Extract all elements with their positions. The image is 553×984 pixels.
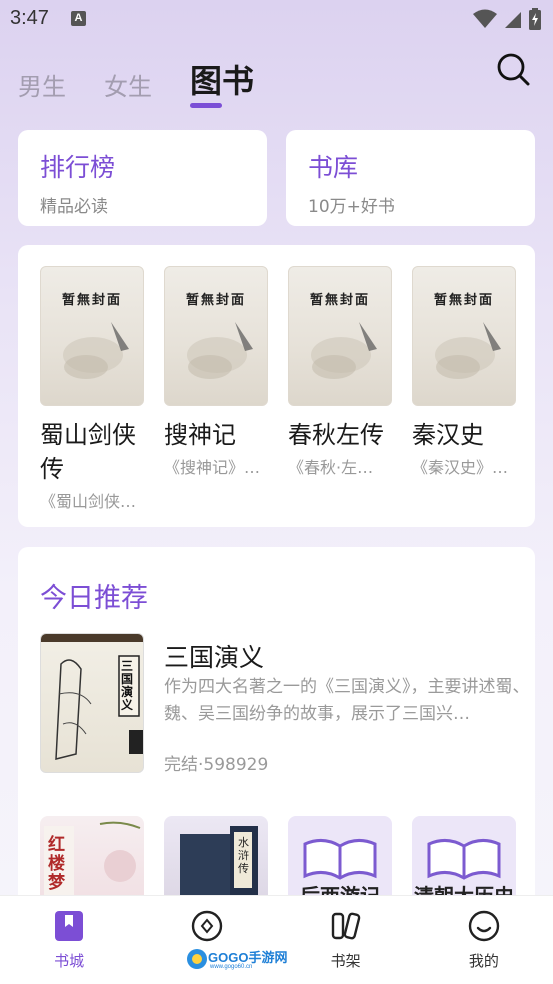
book-desc: 《搜神记》… [164,458,261,477]
library-card[interactable]: 书库 10万+好书 [286,130,535,226]
tab-books[interactable]: 图书 [190,56,255,108]
bookmark-icon [55,911,84,941]
mini-book-item[interactable]: 后西游记 [288,816,392,906]
nav-profile[interactable]: 我的 [415,896,553,984]
mini-book-item[interactable]: 红楼梦 [40,816,144,906]
watermark-logo: GOGO手游网 www.gogo60.cn [186,946,292,974]
recommend-more-list: 红楼梦 水浒传 后西游记 清朝大历史 [40,816,516,906]
status-time: 3:47 [10,7,49,29]
search-button[interactable] [496,52,530,86]
book-cover: 暂無封面 [164,266,268,406]
nav-bookstore-label: 书城 [54,952,85,970]
recommend-book-meta: 完结·598929 [164,755,269,775]
nav-bookstore[interactable]: 书城 [0,896,138,984]
library-title: 书库 [308,153,359,182]
bookshelf-icon [331,912,360,940]
lotus-painting [435,322,501,379]
library-subtitle: 10万+好书 [308,197,395,217]
featured-books-list: 暂無封面 蜀山剑侠传 《蜀山剑侠… 暂無封面 搜神记 《搜神记》… 暂無封面 春… [40,266,516,512]
ranking-title: 排行榜 [40,153,116,182]
status-icons [473,8,541,30]
book-cover: 暂無封面 [288,266,392,406]
book-title: 春秋左传 [288,421,384,449]
tab-active-indicator [190,103,222,108]
book-desc: 《春秋·左… [288,458,374,477]
book-desc: 《秦汉史》… [412,458,509,477]
mini-book-item[interactable]: 清朝大历史 [412,816,516,906]
nav-bookshelf[interactable]: 书架 [277,896,415,984]
ranking-card[interactable]: 排行榜 精品必读 [18,130,267,226]
nav-bookshelf-label: 书架 [330,952,361,970]
nav-profile-label: 我的 [468,952,499,970]
book-cover: 暂無封面 [40,266,144,406]
ranking-subtitle: 精品必读 [40,197,108,217]
gogo-logo-icon [187,949,207,969]
smile-icon [468,910,500,942]
tab-boys[interactable]: 男生 [18,67,66,102]
book-item[interactable]: 暂無封面 蜀山剑侠传 《蜀山剑侠… [40,266,144,512]
book-item[interactable]: 暂無封面 搜神记 《搜神记》… [164,266,268,512]
battery-icon [529,8,541,30]
shuihuzhuan-cover-art [180,826,258,906]
top-tabs: 男生 女生 图书 [18,56,292,108]
recommend-book-cover[interactable]: 三国演义 [40,633,144,773]
lotus-painting [187,322,253,379]
book-title: 蜀山剑侠传 [40,421,136,483]
compass-icon [192,910,223,942]
book-title: 搜神记 [164,421,236,449]
open-book-icon [303,839,377,880]
mini-book-title: 水浒传 [238,836,249,875]
signal-icon [505,12,521,28]
recommend-book-title[interactable]: 三国演义 [164,638,264,674]
book-cover: 暂無封面 [412,266,516,406]
search-icon [497,53,530,86]
watermark-url: www.gogo60.cn [210,964,253,970]
mini-book-item[interactable]: 水浒传 [164,816,268,906]
lotus-painting [311,322,377,379]
tab-books-label: 图书 [190,62,255,100]
book-title: 秦汉史 [412,421,484,449]
lotus-painting [63,322,129,379]
book-item[interactable]: 暂無封面 春秋左传 《春秋·左… [288,266,392,512]
recommend-book-desc: 作为四大名著之一的《三国演义》，主要讲述蜀、魏、吴三国纷争的故事，展示了三国兴… [164,677,530,724]
wifi-icon [473,9,497,28]
book-desc: 《蜀山剑侠… [40,492,137,511]
notification-a-icon: A [71,11,86,26]
recommend-section-title: 今日推荐 [40,583,148,614]
tab-girls[interactable]: 女生 [104,67,152,102]
status-bar: 3:47 A [0,0,553,40]
mini-book-title: 红楼梦 [48,835,65,893]
open-book-icon [427,839,501,880]
book-item[interactable]: 暂無封面 秦汉史 《秦汉史》… [412,266,516,512]
recommend-cover-title: 三国演义 [121,659,134,712]
